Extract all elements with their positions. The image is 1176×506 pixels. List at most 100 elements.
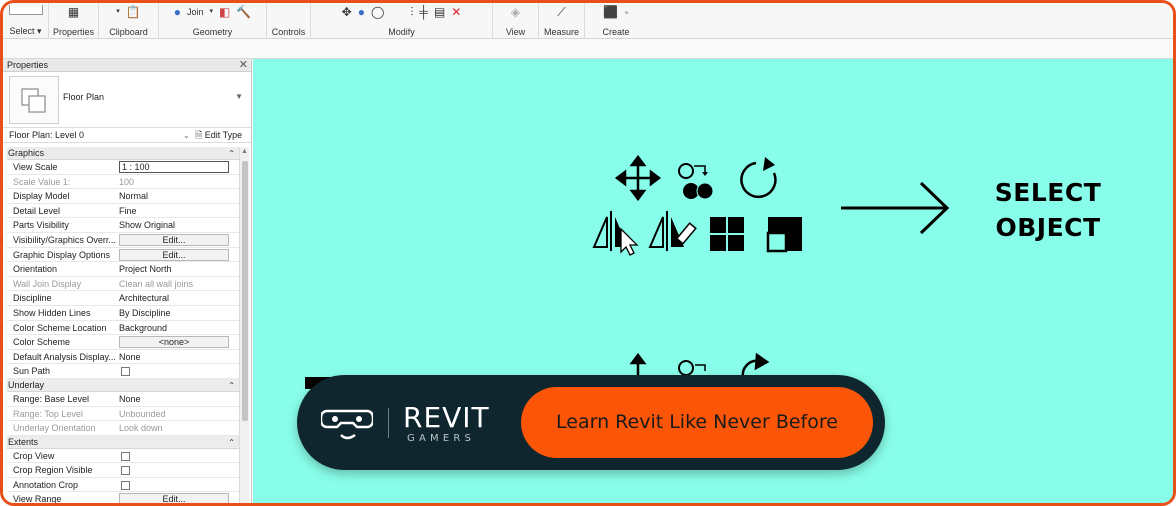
property-checkbox[interactable] — [121, 480, 130, 490]
property-value: Clean all wall joins — [119, 278, 194, 289]
align-icon[interactable]: ⫶ — [410, 5, 413, 21]
ribbon-label-select: Select ▾ — [9, 26, 42, 36]
property-key: Show Hidden Lines — [13, 307, 91, 318]
paste-icon: 📋 — [125, 5, 141, 19]
property-key: Crop Region Visible — [13, 465, 93, 476]
ribbon-group-select[interactable]: Select ▾ — [3, 3, 49, 39]
property-value: Look down — [119, 423, 163, 434]
property-edit-button[interactable]: Edit... — [119, 493, 229, 503]
select-icon — [8, 5, 43, 15]
property-row: Visibility/Graphics Overr... Edit... — [7, 233, 239, 248]
property-edit-button[interactable]: Edit... — [119, 248, 229, 261]
property-value: Normal — [119, 191, 149, 202]
collapse-icon[interactable]: ⌃ — [228, 379, 235, 392]
property-row: Parts Visibility Show Original — [7, 218, 239, 233]
instance-filter[interactable]: Floor Plan: Level 0 ⌄ 🗎 Edit Type — [3, 128, 251, 143]
chevron-down-icon[interactable]: ⌄ — [183, 128, 190, 143]
property-row: Display Model Normal — [7, 189, 239, 204]
ribbon-group-clipboard[interactable]: ▾ 📋 Clipboard — [99, 3, 159, 39]
property-row: View Scale 1 : 100 — [7, 160, 239, 175]
property-value: Show Original — [119, 220, 176, 231]
learn-revit-button[interactable]: Learn Revit Like Never Before — [521, 387, 873, 458]
ribbon-group-measure[interactable]: ⟋ Measure — [539, 3, 585, 39]
join-icon: ● — [173, 5, 181, 19]
instance-label: Floor Plan: Level 0 — [9, 130, 85, 140]
move-icon[interactable]: ✥ — [342, 5, 352, 21]
ribbon-group-controls[interactable]: Controls — [267, 3, 311, 39]
move-icon — [614, 154, 662, 202]
ribbon-label-create: Create — [602, 27, 630, 37]
category-graphics[interactable]: Graphics ⌃ — [7, 147, 239, 160]
property-value: Unbounded — [119, 408, 166, 419]
properties-title: Properties — [7, 60, 49, 70]
rotate-icon[interactable]: ◯ — [371, 5, 384, 21]
property-row: Scale Value 1: 100 — [7, 175, 239, 190]
property-checkbox[interactable] — [121, 451, 130, 461]
close-icon[interactable]: ✕ — [239, 59, 248, 72]
join-label[interactable]: Join — [187, 5, 204, 21]
property-row: Crop Region Visible — [7, 463, 239, 478]
properties-scrollbar[interactable]: ▲ — [239, 147, 249, 503]
property-value: None — [119, 393, 141, 404]
property-row: Annotation Crop — [7, 478, 239, 493]
category-extents[interactable]: Extents ⌃ — [7, 435, 239, 449]
ribbon-group-geometry[interactable]: ● Join ▾ ◧ 🔨 Geometry — [159, 3, 267, 39]
ribbon-label-measure: Measure — [543, 27, 579, 37]
ribbon-label-clipboard: Clipboard — [109, 27, 148, 37]
app-frame: Select ▾ ▦ Properties ▾ 📋 Clipboard ● Joi… — [0, 0, 1176, 506]
property-checkbox[interactable] — [121, 466, 130, 476]
property-value: Fine — [119, 205, 137, 216]
copy-icon[interactable]: ● — [358, 5, 365, 21]
collapse-icon[interactable]: ⌃ — [228, 436, 235, 449]
ribbon-group-view[interactable]: ◈ View — [493, 3, 539, 39]
ribbon-group-properties[interactable]: ▦ Properties — [49, 3, 99, 39]
category-underlay[interactable]: Underlay ⌃ — [7, 378, 239, 392]
scrollbar-thumb[interactable] — [242, 161, 248, 421]
mirror-pick-axis-icon — [592, 211, 639, 256]
delete-icon[interactable]: ✕ — [451, 5, 461, 21]
property-edit-button[interactable]: <none> — [119, 336, 229, 349]
property-key: Visibility/Graphics Overr... — [13, 234, 116, 245]
copy-icon — [678, 163, 714, 200]
ribbon-label-geometry: Geometry — [192, 27, 233, 37]
ribbon-group-modify[interactable]: ✥ ● ◯ ⫶ ╪ ▤ ✕ Modify — [311, 3, 493, 39]
rotate-icon — [740, 157, 777, 199]
property-input[interactable]: 1 : 100 — [119, 161, 229, 173]
property-row: Range: Top Level Unbounded — [7, 407, 239, 422]
gamepad-logo-icon — [321, 409, 373, 440]
ribbon-label-modify: Modify — [388, 27, 415, 37]
ribbon-group-create[interactable]: ⬛ ⬩ Create — [585, 3, 647, 39]
collapse-icon[interactable]: ⌃ — [228, 147, 235, 160]
property-key: Parts Visibility — [13, 220, 69, 231]
property-row: Underlay Orientation Look down — [7, 421, 239, 436]
property-key: Sun Path — [13, 366, 51, 377]
promo-banner[interactable]: REVIT GAMERS Learn Revit Like Never Befo… — [297, 375, 885, 470]
property-key: Annotation Crop — [13, 479, 79, 490]
options-bar — [3, 39, 1173, 59]
property-value: By Discipline — [119, 307, 171, 318]
property-edit-button[interactable]: Edit... — [119, 233, 229, 246]
property-key: View Scale — [13, 162, 58, 172]
scroll-up-icon[interactable]: ▲ — [241, 148, 248, 155]
property-key: Graphic Display Options — [13, 249, 111, 260]
edit-type-button[interactable]: 🗎 Edit Type — [195, 128, 242, 143]
property-checkbox[interactable] — [121, 367, 130, 377]
split-icon[interactable]: ╪ — [419, 5, 428, 21]
ribbon-label-view: View — [505, 27, 526, 37]
chevron-down-icon[interactable]: ▼ — [235, 92, 243, 101]
chevron-icon: ▾ — [116, 8, 120, 15]
property-key: Orientation — [13, 264, 58, 275]
property-row: Crop View — [7, 449, 239, 464]
property-key: Wall Join Display — [13, 278, 82, 289]
properties-panel: Properties ✕ Floor Plan ▼ Floor Plan: Le… — [3, 59, 252, 503]
property-row: Sun Path — [7, 364, 239, 379]
array-icon[interactable]: ▤ — [434, 5, 445, 21]
create-assembly-icon: ⬛ — [603, 5, 619, 19]
property-value: Background — [119, 322, 168, 333]
view-icon: ◈ — [510, 5, 521, 19]
property-value: 100 — [119, 176, 135, 187]
property-value: Architectural — [119, 293, 170, 304]
type-selector[interactable]: Floor Plan ▼ — [3, 72, 251, 128]
category-label: Underlay — [8, 379, 45, 390]
type-name: Floor Plan — [63, 92, 105, 102]
